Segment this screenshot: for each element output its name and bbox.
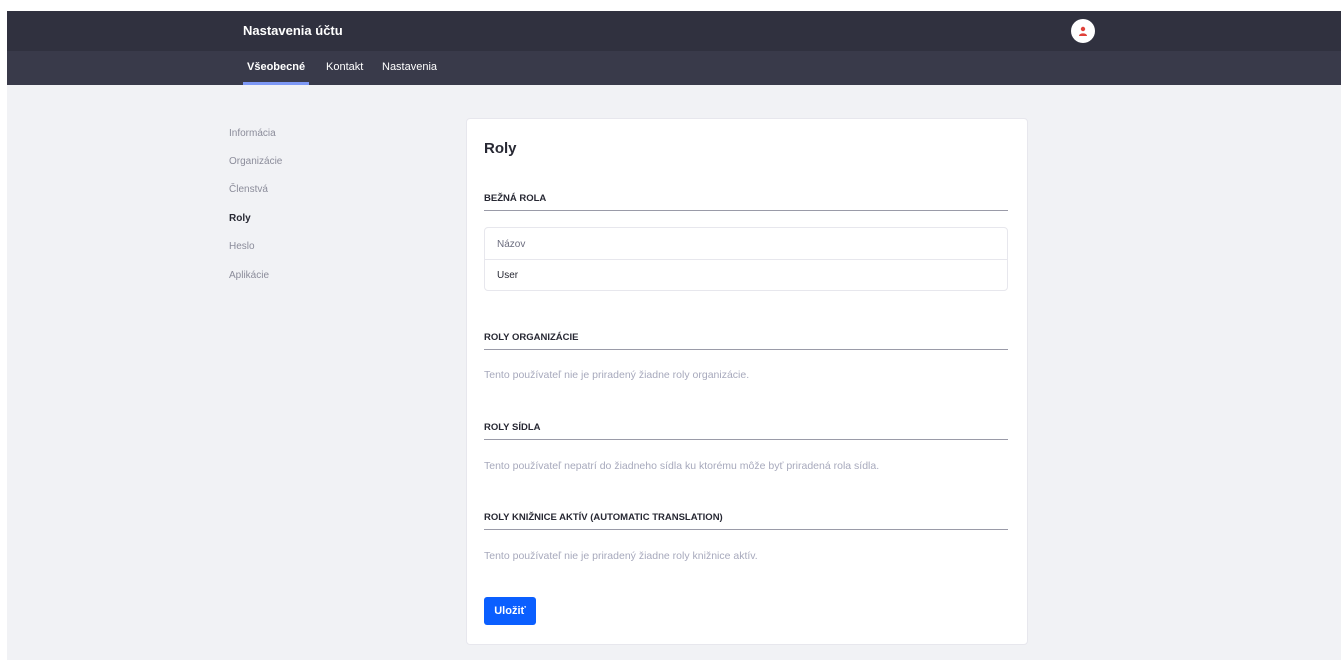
page-title: Nastavenia účtu: [243, 23, 343, 38]
tab-nastavenia[interactable]: Nastavenia: [382, 51, 437, 85]
section-heading-asset-library-roles: ROLY KNIŽNICE AKTÍV (AUTOMATIC TRANSLATI…: [484, 512, 1008, 530]
organization-roles-empty-message: Tento používateľ nie je priradený žiadne…: [484, 369, 750, 381]
sidebar-item-roly[interactable]: Roly: [229, 212, 251, 226]
regular-roles-table: Názov User: [484, 227, 1008, 291]
sidebar-item-informacia[interactable]: Informácia: [229, 127, 276, 141]
table-header-name: Názov: [497, 239, 526, 250]
site-roles-empty-message: Tento používateľ nepatrí do žiadneho síd…: [484, 460, 880, 472]
sidebar-item-clenstva[interactable]: Členstvá: [229, 183, 268, 197]
table-divider: [485, 259, 1007, 260]
user-icon: [1079, 26, 1087, 36]
sidebar-item-organizacie[interactable]: Organizácie: [229, 155, 282, 169]
sidebar-item-heslo[interactable]: Heslo: [229, 240, 255, 254]
section-heading-regular-role: BEŽNÁ ROLA: [484, 193, 1008, 211]
app-window: Nastavenia účtu Všeobecné Kontakt Nastav…: [7, 11, 1341, 660]
card-title: Roly: [484, 140, 517, 157]
user-avatar[interactable]: [1071, 19, 1095, 43]
tab-kontakt[interactable]: Kontakt: [326, 51, 363, 85]
section-heading-site-roles: ROLY SÍDLA: [484, 422, 1008, 440]
secondary-nav: Všeobecné Kontakt Nastavenia: [7, 51, 1341, 85]
tab-vseobecne[interactable]: Všeobecné: [242, 51, 310, 85]
top-header: Nastavenia účtu: [7, 11, 1341, 51]
table-row: User: [497, 270, 519, 281]
roles-card: Roly BEŽNÁ ROLA Názov User ROLY ORGANIZÁ…: [466, 118, 1028, 645]
asset-library-roles-empty-message: Tento používateľ nie je priradený žiadne…: [484, 550, 758, 562]
sidebar-item-aplikacie[interactable]: Aplikácie: [229, 269, 269, 283]
save-button[interactable]: Uložiť: [484, 597, 536, 625]
section-heading-organization-roles: ROLY ORGANIZÁCIE: [484, 332, 1008, 350]
